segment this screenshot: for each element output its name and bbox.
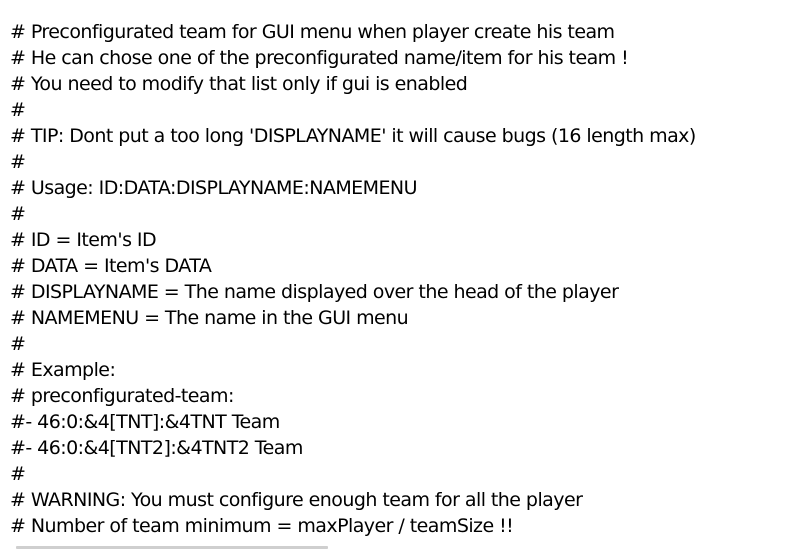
code-line: # bbox=[10, 203, 26, 225]
code-line: # bbox=[10, 463, 26, 485]
code-line: # ID = Item's ID bbox=[10, 229, 157, 251]
code-line: # Example: bbox=[10, 359, 116, 381]
text-editor[interactable]: # Preconfigurated team for GUI menu when… bbox=[0, 0, 792, 549]
code-lines: # Preconfigurated team for GUI menu when… bbox=[10, 19, 785, 539]
code-line: # DATA = Item's DATA bbox=[10, 255, 212, 277]
code-line: # bbox=[10, 99, 26, 121]
code-line: # WARNING: You must configure enough tea… bbox=[10, 489, 583, 511]
code-line: # TIP: Dont put a too long 'DISPLAYNAME'… bbox=[10, 125, 696, 147]
code-line: # You need to modify that list only if g… bbox=[10, 73, 468, 95]
code-line: # bbox=[10, 333, 26, 355]
code-line: # preconfigurated-team: bbox=[10, 385, 234, 407]
code-line: # NAMEMENU = The name in the GUI menu bbox=[10, 307, 409, 329]
code-line: #- 46:0:&4[TNT2]:&4TNT2 Team bbox=[10, 437, 303, 459]
code-line: #- 46:0:&4[TNT]:&4TNT Team bbox=[10, 411, 280, 433]
code-line: # He can chose one of the preconfigurate… bbox=[10, 47, 629, 69]
code-line: # DISPLAYNAME = The name displayed over … bbox=[10, 281, 619, 303]
code-line: # Preconfigurated team for GUI menu when… bbox=[10, 21, 615, 43]
code-line: # Number of team minimum = maxPlayer / t… bbox=[10, 515, 514, 537]
code-line: # bbox=[10, 151, 26, 173]
code-line: # Usage: ID:DATA:DISPLAYNAME:NAMEMENU bbox=[10, 177, 417, 199]
